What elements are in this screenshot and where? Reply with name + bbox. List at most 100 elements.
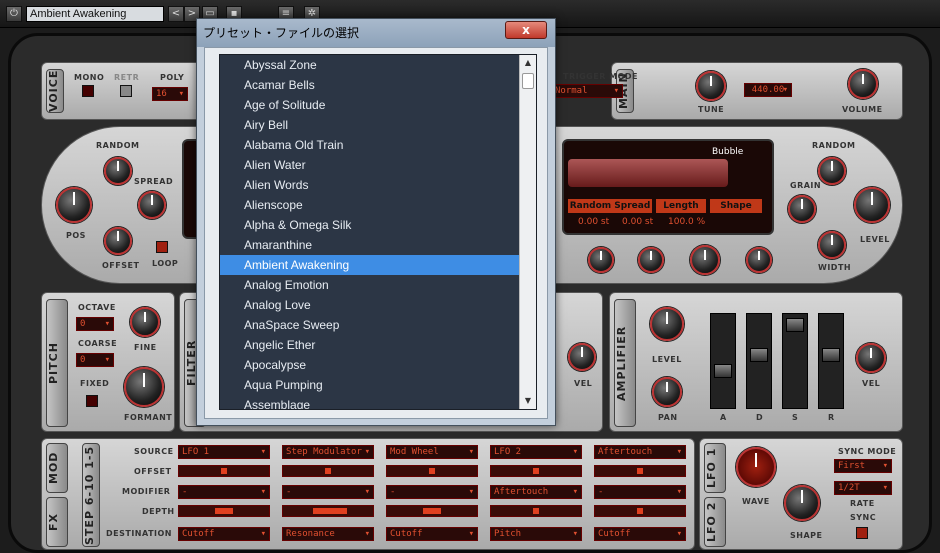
- mono-toggle[interactable]: [82, 85, 94, 97]
- random-knob[interactable]: [104, 157, 132, 185]
- preset-name-field[interactable]: Ambient Awakening: [26, 6, 164, 22]
- lfo-shape-knob[interactable]: [784, 485, 820, 521]
- slot3-source-select[interactable]: Mod Wheel: [386, 445, 478, 459]
- pos-knob[interactable]: [56, 187, 92, 223]
- power-icon[interactable]: ⏻: [6, 6, 22, 22]
- tune-knob[interactable]: [696, 71, 726, 101]
- slot1-depth-bar[interactable]: [178, 505, 270, 517]
- slot2-depth-bar[interactable]: [282, 505, 374, 517]
- preset-list-item[interactable]: Assemblage: [220, 395, 520, 409]
- random-spread-header[interactable]: Random Spread: [568, 199, 652, 213]
- offset-knob[interactable]: [104, 227, 132, 255]
- tab-voice[interactable]: VOICE: [46, 69, 64, 113]
- tab-step[interactable]: STEP 6-10 1-5: [82, 443, 100, 547]
- tab-lfo1[interactable]: LFO 1: [704, 443, 726, 493]
- close-button[interactable]: x: [505, 21, 547, 39]
- spread-knob[interactable]: [138, 191, 166, 219]
- rate-select[interactable]: 1/2T: [834, 481, 892, 495]
- tab-mod[interactable]: MOD: [46, 443, 68, 493]
- decay-fader[interactable]: [746, 313, 772, 409]
- preset-list-item[interactable]: Abyssal Zone: [220, 55, 520, 75]
- grain-knob-3[interactable]: [690, 245, 720, 275]
- coarse-select[interactable]: 0: [76, 353, 114, 367]
- slot3-offset-bar[interactable]: [386, 465, 478, 477]
- preset-list-item[interactable]: Ambient Awakening: [220, 255, 520, 275]
- slot1-source-select[interactable]: LFO 1: [178, 445, 270, 459]
- volume-knob[interactable]: [848, 69, 878, 99]
- sync-mode-select[interactable]: First: [834, 459, 892, 473]
- slot2-offset-bar[interactable]: [282, 465, 374, 477]
- preset-list-item[interactable]: AnaSpace Sweep: [220, 315, 520, 335]
- preset-list-item[interactable]: Angelic Ether: [220, 335, 520, 355]
- preset-list-item[interactable]: Alienscope: [220, 195, 520, 215]
- slot5-destination-select[interactable]: Cutoff: [594, 527, 686, 541]
- slot4-destination-select[interactable]: Pitch: [490, 527, 582, 541]
- retr-toggle[interactable]: [120, 85, 132, 97]
- preset-list-item[interactable]: Aqua Pumping: [220, 375, 520, 395]
- slot4-offset-bar[interactable]: [490, 465, 582, 477]
- tune-value-display[interactable]: 440.00: [744, 83, 792, 97]
- amp-vel-knob[interactable]: [856, 343, 886, 373]
- slot5-depth-bar[interactable]: [594, 505, 686, 517]
- preset-list-item[interactable]: Apocalypse: [220, 355, 520, 375]
- slot2-source-select[interactable]: Step Modulator: [282, 445, 374, 459]
- preset-list[interactable]: Abyssal Zone Acamar Bells Age of Solitude A…: [219, 54, 537, 410]
- fixed-toggle[interactable]: [86, 395, 98, 407]
- grain-shape-name[interactable]: Bubble: [712, 147, 743, 157]
- octave-select[interactable]: 0: [76, 317, 114, 331]
- slot2-destination-select[interactable]: Resonance: [282, 527, 374, 541]
- slot5-offset-bar[interactable]: [594, 465, 686, 477]
- preset-list-item[interactable]: Age of Solitude: [220, 95, 520, 115]
- slot3-depth-bar[interactable]: [386, 505, 478, 517]
- scroll-down-icon[interactable]: ▼: [520, 393, 536, 409]
- slot1-destination-select[interactable]: Cutoff: [178, 527, 270, 541]
- slot3-destination-select[interactable]: Cutoff: [386, 527, 478, 541]
- preset-list-item[interactable]: Alabama Old Train: [220, 135, 520, 155]
- length-header[interactable]: Length: [656, 199, 706, 213]
- list-scrollbar[interactable]: ▲ ▼: [519, 55, 536, 409]
- slot1-modifier-select[interactable]: -: [178, 485, 270, 499]
- slot4-source-select[interactable]: LFO 2: [490, 445, 582, 459]
- preset-list-item[interactable]: Alien Words: [220, 175, 520, 195]
- poly-select[interactable]: 16: [152, 87, 188, 101]
- slot5-modifier-select[interactable]: -: [594, 485, 686, 499]
- grain-random-knob[interactable]: [818, 157, 846, 185]
- trigger-mode-select[interactable]: Normal: [551, 84, 623, 98]
- release-fader[interactable]: [818, 313, 844, 409]
- sustain-fader[interactable]: [782, 313, 808, 409]
- preset-list-item[interactable]: Alpha & Omega Silk: [220, 215, 520, 235]
- wave-icon[interactable]: [736, 447, 776, 487]
- grain-width-knob[interactable]: [818, 231, 846, 259]
- slot4-modifier-select[interactable]: Aftertouch: [490, 485, 582, 499]
- slot4-depth-bar[interactable]: [490, 505, 582, 517]
- filter-vel-knob[interactable]: [568, 343, 596, 371]
- tab-amplifier[interactable]: AMPLIFIER: [614, 299, 636, 427]
- loop-toggle[interactable]: [156, 241, 168, 253]
- sync-toggle[interactable]: [856, 527, 868, 539]
- slot1-offset-bar[interactable]: [178, 465, 270, 477]
- scroll-thumb[interactable]: [522, 73, 534, 89]
- preset-list-item[interactable]: Airy Bell: [220, 115, 520, 135]
- preset-list-item[interactable]: Alien Water: [220, 155, 520, 175]
- grain-knob-2[interactable]: [638, 247, 664, 273]
- attack-fader[interactable]: [710, 313, 736, 409]
- preset-list-item[interactable]: Analog Love: [220, 295, 520, 315]
- preset-list-item[interactable]: Acamar Bells: [220, 75, 520, 95]
- amp-pan-knob[interactable]: [652, 377, 682, 407]
- tab-fx[interactable]: FX: [46, 497, 68, 547]
- grain-level-knob[interactable]: [854, 187, 890, 223]
- tab-lfo2[interactable]: LFO 2: [704, 497, 726, 547]
- fine-knob[interactable]: [130, 307, 160, 337]
- preset-list-item[interactable]: Analog Emotion: [220, 275, 520, 295]
- grain-grain-knob[interactable]: [788, 195, 816, 223]
- scroll-up-icon[interactable]: ▲: [520, 55, 536, 71]
- formant-knob[interactable]: [124, 367, 164, 407]
- slot2-modifier-select[interactable]: -: [282, 485, 374, 499]
- shape-header[interactable]: Shape: [710, 199, 762, 213]
- amp-level-knob[interactable]: [650, 307, 684, 341]
- prev-preset-button[interactable]: <: [168, 6, 184, 22]
- slot5-source-select[interactable]: Aftertouch: [594, 445, 686, 459]
- grain-knob-4[interactable]: [746, 247, 772, 273]
- preset-list-item[interactable]: Amaranthine: [220, 235, 520, 255]
- grain-knob-1[interactable]: [588, 247, 614, 273]
